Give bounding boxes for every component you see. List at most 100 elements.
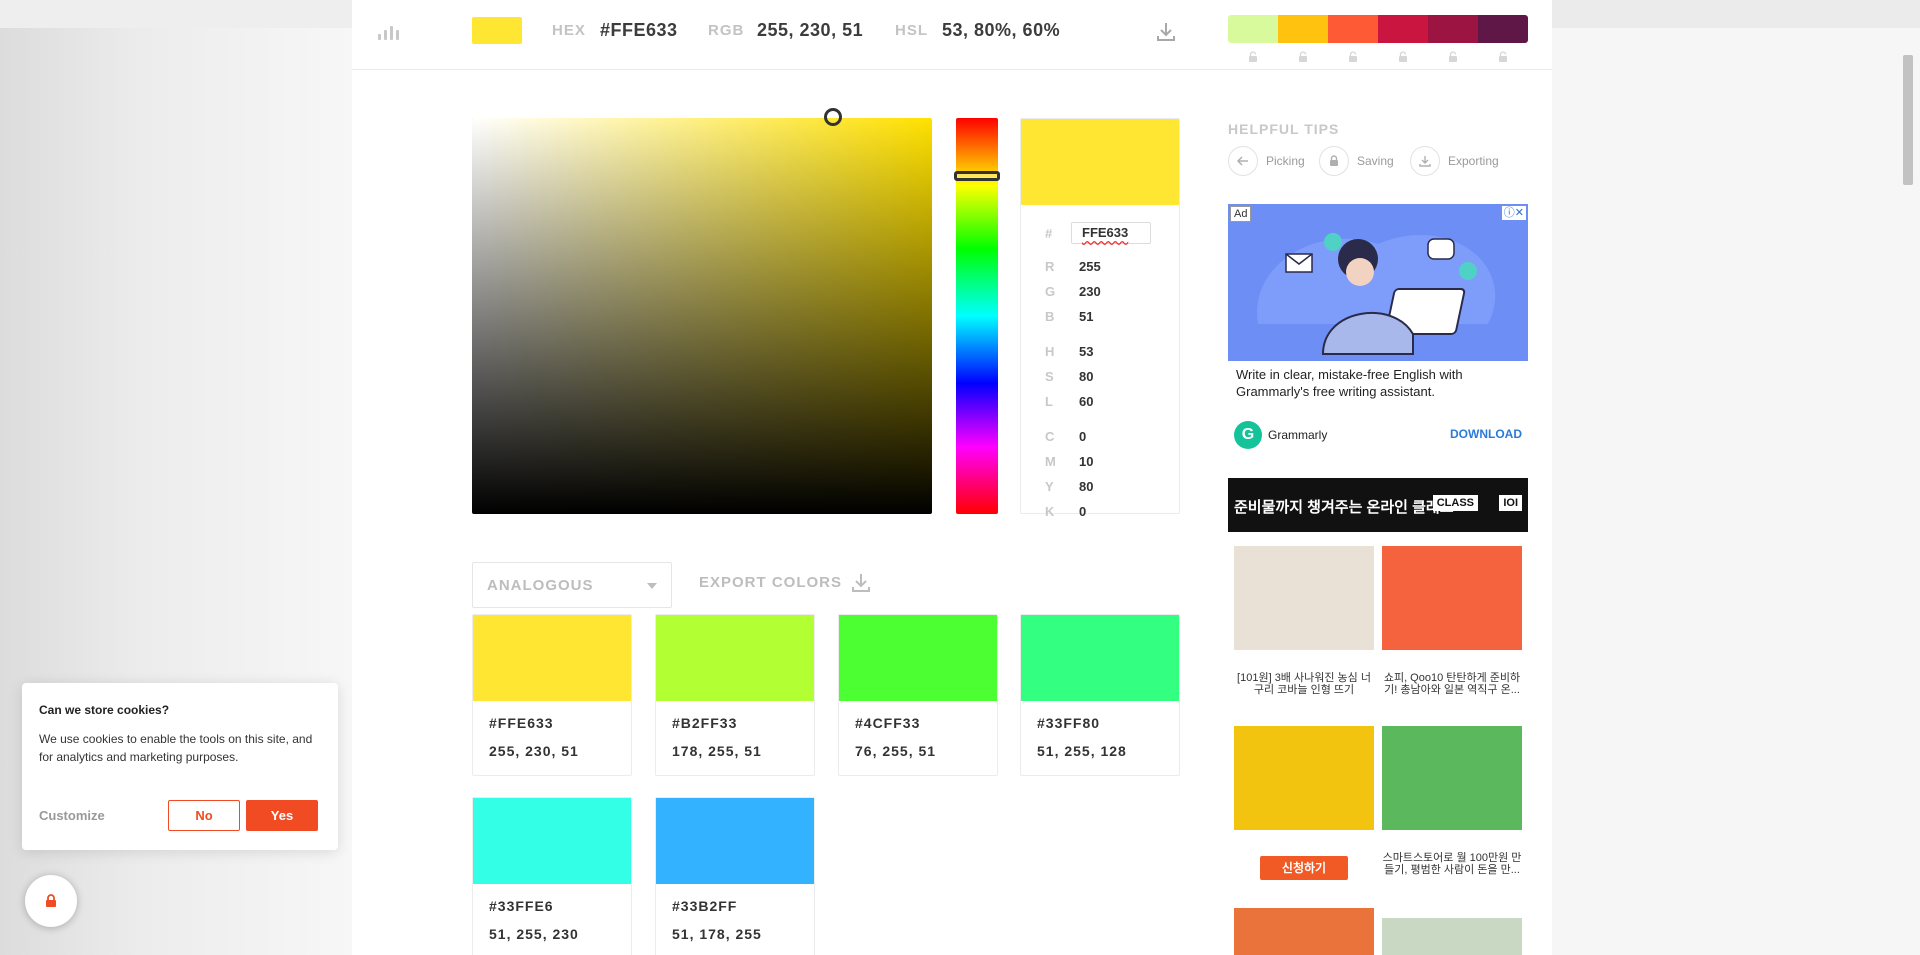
harmony-color-card[interactable]: #4CFF33 76, 255, 51 <box>838 614 998 776</box>
value-field[interactable]: 53 <box>1079 344 1093 359</box>
value-row-g: G 230 <box>1045 284 1101 299</box>
ad-tile-image <box>1382 726 1522 830</box>
harmony-color-swatch[interactable] <box>473 798 631 884</box>
hsl-value[interactable]: 53, 80%, 60% <box>942 20 1060 41</box>
harmony-color-card[interactable]: #33FF80 51, 255, 128 <box>1020 614 1180 776</box>
value-field[interactable]: 10 <box>1079 454 1093 469</box>
harmony-hex: #33B2FF <box>672 898 738 914</box>
ad-close-icon[interactable]: ⓘ✕ <box>1501 206 1526 220</box>
lock-icon[interactable] <box>1228 50 1278 68</box>
export-icon <box>852 574 870 592</box>
cookie-yes-button[interactable]: Yes <box>246 800 318 831</box>
current-color-swatch[interactable] <box>472 17 522 44</box>
saved-palette[interactable] <box>1228 15 1528 43</box>
harmony-color-card[interactable]: #33B2FF 51, 178, 255 <box>655 797 815 955</box>
lock-icon[interactable] <box>1278 50 1328 68</box>
palette-swatch[interactable] <box>1228 15 1278 43</box>
value-field[interactable]: 0 <box>1079 504 1086 519</box>
value-row-s: S 80 <box>1045 369 1093 384</box>
ad-tile[interactable]: 쇼피, Qoo10 탄탄하게 준비하기! 총남아와 일본 역직구 온... <box>1382 546 1522 700</box>
value-field[interactable]: 0 <box>1079 429 1086 444</box>
top-bar: HEX #FFE633 RGB 255, 230, 51 HSL 53, 80%… <box>352 0 1552 70</box>
color-preview <box>1021 119 1179 205</box>
harmony-color-swatch[interactable] <box>1021 615 1179 701</box>
lock-icon[interactable] <box>1428 50 1478 68</box>
harmony-color-card[interactable]: #33FFE6 51, 255, 230 <box>472 797 632 955</box>
value-row-b: B 51 <box>1045 309 1093 324</box>
palette-swatch[interactable] <box>1328 15 1378 43</box>
palette-swatch[interactable] <box>1428 15 1478 43</box>
harmony-color-card[interactable]: #FFE633 255, 230, 51 <box>472 614 632 776</box>
chevron-down-icon <box>647 583 657 589</box>
value-field[interactable]: 230 <box>1079 284 1101 299</box>
hex-hash: # <box>1045 226 1053 241</box>
harmony-color-swatch[interactable] <box>839 615 997 701</box>
download-icon[interactable] <box>1154 20 1178 44</box>
color-values-panel: # FFE633 R 255 G 230 B 51 H 53 S 80 L 60 C 0 M 10 Y 80 K 0 <box>1020 118 1180 519</box>
palette-swatch[interactable] <box>1378 15 1428 43</box>
ad-tile-caption: 쇼피, Qoo10 탄탄하게 준비하기! 총남아와 일본 역직구 온... <box>1383 672 1521 696</box>
tip-picking[interactable]: Picking <box>1228 146 1305 176</box>
palette-swatch[interactable] <box>1478 15 1528 43</box>
value-field[interactable]: 255 <box>1079 259 1101 274</box>
value-field[interactable]: 80 <box>1079 479 1093 494</box>
harmony-rgb: 51, 255, 230 <box>489 926 579 942</box>
harmony-rgb: 178, 255, 51 <box>672 743 762 759</box>
lock-icon[interactable] <box>1478 50 1528 68</box>
value-row-l: L 60 <box>1045 394 1093 409</box>
palette-swatch[interactable] <box>1278 15 1328 43</box>
download-icon <box>1410 146 1440 176</box>
main-content: HEX #FFE633 RGB 255, 230, 51 HSL 53, 80%… <box>352 0 1552 955</box>
hue-slider-handle[interactable] <box>954 171 1000 181</box>
value-field[interactable]: 60 <box>1079 394 1093 409</box>
value-label: C <box>1045 429 1055 444</box>
harmony-color-swatch[interactable] <box>656 615 814 701</box>
cookie-customize-link[interactable]: Customize <box>39 808 105 823</box>
value-row-m: M 10 <box>1045 454 1093 469</box>
lock-icon <box>46 894 56 907</box>
tip-saving[interactable]: Saving <box>1319 146 1394 176</box>
saturation-picker-handle[interactable] <box>824 108 842 126</box>
value-row-r: R 255 <box>1045 259 1101 274</box>
harmony-color-card[interactable]: #B2FF33 178, 255, 51 <box>655 614 815 776</box>
value-field[interactable]: 51 <box>1079 309 1093 324</box>
hex-value[interactable]: #FFE633 <box>600 20 678 41</box>
cookie-consent-dialog: Can we store cookies? We use cookies to … <box>22 683 338 850</box>
export-colors-button[interactable]: EXPORT COLORS <box>699 574 870 592</box>
rgb-label: RGB <box>708 22 745 39</box>
harmony-hex: #FFE633 <box>489 715 554 731</box>
ad-copy: Write in clear, mistake-free English wit… <box>1236 367 1463 399</box>
value-field[interactable]: 80 <box>1079 369 1093 384</box>
value-label: R <box>1045 259 1055 274</box>
cookie-body: We use cookies to enable the tools on th… <box>39 732 313 764</box>
ad-tile-image <box>1234 546 1374 650</box>
ad-tile-caption: [101원] 3배 사나워진 농심 너구리 코바늘 인형 뜨기 <box>1237 672 1371 696</box>
privacy-lock-button[interactable] <box>25 875 77 927</box>
harmony-mode-select[interactable]: ANALOGOUS <box>472 562 672 608</box>
ad-tile[interactable]: 신청하기 <box>1234 726 1374 880</box>
ad-tile-image <box>1382 546 1522 650</box>
lock-icon[interactable] <box>1378 50 1428 68</box>
ad-tile[interactable]: [101원] 3배 사나워진 농심 너구리 코바늘 인형 뜨기 <box>1234 546 1374 700</box>
ad-apply-button[interactable]: 신청하기 <box>1260 856 1348 880</box>
page-scrollbar[interactable] <box>1903 55 1913 185</box>
value-label: M <box>1045 454 1056 469</box>
lock-icon[interactable] <box>1328 50 1378 68</box>
saturation-value-picker[interactable] <box>472 118 932 514</box>
ad-download-button[interactable]: DOWNLOAD <box>1450 427 1522 441</box>
harmony-hex: #33FF80 <box>1037 715 1101 731</box>
value-label: L <box>1045 394 1053 409</box>
class-ad[interactable]: 준비물까지 챙겨주는 온라인 클래스 CLASS IOI [101원] 3배 사… <box>1228 478 1528 955</box>
rgb-value[interactable]: 255, 230, 51 <box>757 20 863 41</box>
harmony-rgb: 76, 255, 51 <box>855 743 937 759</box>
cookie-no-button[interactable]: No <box>168 800 240 831</box>
value-label: B <box>1045 309 1055 324</box>
ad-tile[interactable]: 스마트스토어로 월 100만원 만들기, 평범한 사람이 돈을 만... <box>1382 726 1522 880</box>
harmony-color-swatch[interactable] <box>656 798 814 884</box>
tip-exporting[interactable]: Exporting <box>1410 146 1499 176</box>
hex-input[interactable]: FFE633 <box>1071 222 1151 244</box>
stats-icon[interactable] <box>376 22 400 40</box>
harmony-color-swatch[interactable] <box>473 615 631 701</box>
grammarly-ad[interactable]: Ad ⓘ✕ Write in clear, mistake-free Engli… <box>1228 204 1528 452</box>
hsl-label: HSL <box>895 22 928 39</box>
